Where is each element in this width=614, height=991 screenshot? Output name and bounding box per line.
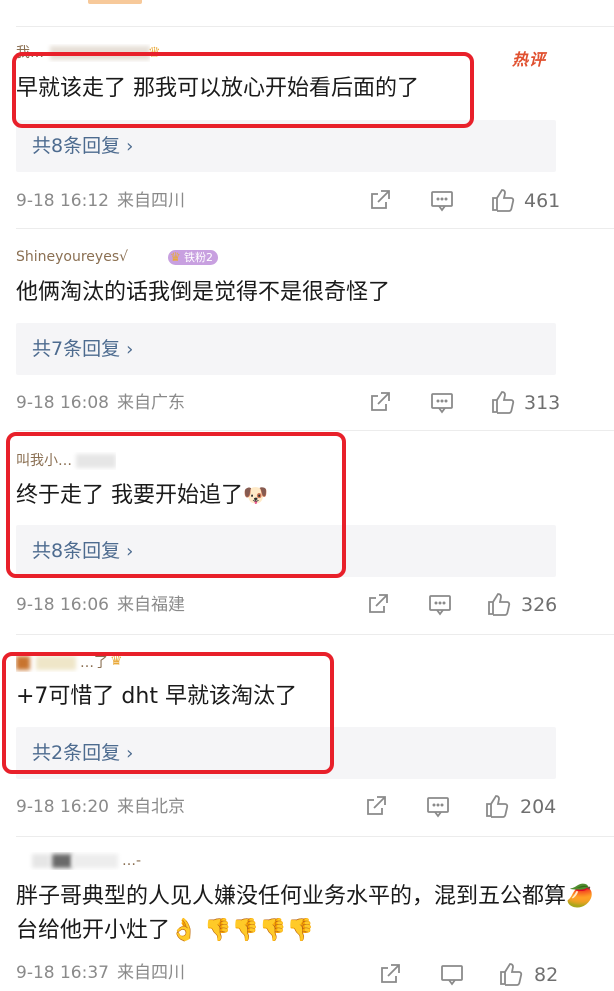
- comment-icon[interactable]: [430, 190, 454, 216]
- divider: [16, 228, 614, 229]
- timestamp: 9-18 16:20: [16, 797, 109, 817]
- comment-meta: 9-18 16:20 来自北京: [16, 796, 185, 818]
- thumbs-up-icon[interactable]: [490, 389, 516, 419]
- location: 来自福建: [116, 595, 185, 615]
- comment-icon[interactable]: [440, 964, 464, 990]
- hot-comment-label: 热评: [512, 50, 547, 69]
- comment-meta: 9-18 16:12 来自四川: [16, 190, 185, 212]
- view-replies-link[interactable]: 共8条回复 ›: [32, 133, 133, 160]
- divider: [16, 634, 614, 635]
- timestamp: 9-18 16:06: [16, 595, 109, 615]
- location: 来自北京: [116, 797, 185, 817]
- thumbs-up-icon[interactable]: [486, 591, 512, 621]
- comment-text: 胖子哥典型的人见人嫌没任何业务水平的，混到五公都算🥭台给他开小灶了👌 👎👎👎👎: [16, 884, 594, 943]
- view-replies-link[interactable]: 共7条回复 ›: [32, 336, 133, 363]
- username[interactable]: Shineyoureyes√: [16, 248, 128, 266]
- share-icon[interactable]: [368, 390, 392, 418]
- location: 来自四川: [116, 963, 185, 983]
- reply-box[interactable]: 共7条回复 ›: [16, 323, 556, 375]
- divider: [16, 26, 614, 27]
- location: 来自四川: [116, 191, 185, 211]
- comment-icon[interactable]: [426, 796, 450, 822]
- divider: [16, 430, 614, 431]
- timestamp: 9-18 16:37: [16, 963, 109, 983]
- highlight-box: [12, 52, 474, 128]
- like-count: 204: [520, 796, 557, 818]
- location: 来自广东: [116, 393, 185, 413]
- timestamp: 9-18 16:12: [16, 191, 109, 211]
- comment-meta: 9-18 16:37 来自四川: [16, 962, 185, 984]
- like-count: 326: [521, 594, 558, 616]
- comment-icon[interactable]: [428, 594, 452, 620]
- crown-icon: ♛: [170, 250, 181, 264]
- comment-meta: 9-18 16:06 来自福建: [16, 594, 185, 616]
- like-count: 313: [524, 392, 561, 414]
- thumbs-up-icon[interactable]: [498, 961, 524, 991]
- comment-meta: 9-18 16:08 来自广东: [16, 392, 185, 414]
- share-icon[interactable]: [378, 962, 402, 990]
- like-count: 82: [534, 964, 559, 986]
- thumbs-up-icon[interactable]: [484, 793, 510, 823]
- like-count: 461: [524, 190, 561, 212]
- highlight-box: [6, 432, 346, 578]
- chevron-right-icon: ›: [126, 339, 134, 360]
- username[interactable]: …-: [16, 852, 141, 870]
- comment-text: 他俩淘汰的话我倒是觉得不是很奇怪了: [16, 280, 391, 305]
- chevron-right-icon: ›: [126, 136, 134, 157]
- share-icon[interactable]: [366, 592, 390, 620]
- comment-icon[interactable]: [430, 392, 454, 418]
- divider: [16, 836, 614, 837]
- tab-indicator: [88, 0, 142, 4]
- thumbs-up-icon[interactable]: [490, 187, 516, 217]
- timestamp: 9-18 16:08: [16, 393, 109, 413]
- share-icon[interactable]: [368, 188, 392, 216]
- share-icon[interactable]: [364, 794, 388, 822]
- highlight-box: [2, 652, 334, 774]
